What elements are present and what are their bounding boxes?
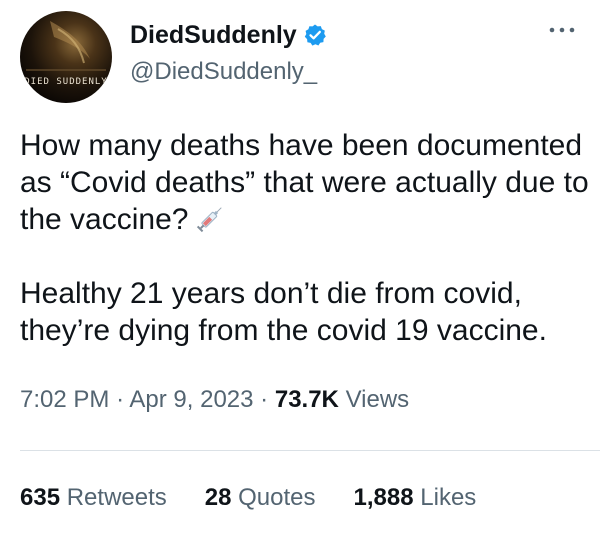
author-display-name[interactable]: DiedSuddenly <box>130 18 297 52</box>
retweets-label: Retweets <box>66 484 167 511</box>
likes-label: Likes <box>420 484 477 511</box>
avatar-image <box>26 21 106 71</box>
verified-badge-icon <box>303 23 327 47</box>
views-count: 73.7K <box>274 386 339 413</box>
meta-separator: · <box>260 386 269 413</box>
tweet-date[interactable]: Apr 9, 2023 <box>129 386 253 413</box>
avatar[interactable]: DIED SUDDENLY <box>20 11 112 103</box>
avatar-text: DIED SUDDENLY <box>24 77 108 87</box>
syringe-icon <box>192 201 228 237</box>
author-handle[interactable]: @DiedSuddenly_ <box>130 55 317 89</box>
author-name-row: DiedSuddenly <box>130 18 327 52</box>
tweet-text: How many deaths have been documented as … <box>20 127 590 349</box>
retweets-count: 635 <box>20 484 61 511</box>
quotes-count: 28 <box>204 484 232 511</box>
views-label: Views <box>345 386 410 413</box>
engagement-stats: 635 Retweets 28 Quotes 1,888 Likes <box>20 480 514 516</box>
tweet-paragraph-1-text: How many deaths have been documented as … <box>20 129 589 236</box>
quotes-stat[interactable]: 28 Quotes <box>205 480 316 516</box>
tweet-meta: 7:02 PM · Apr 9, 2023 · 73.7K Views <box>20 382 409 418</box>
tweet-paragraph-2: Healthy 21 years don’t die from covid, t… <box>20 277 547 347</box>
more-options-icon[interactable] <box>544 20 580 40</box>
tweet-paragraph-1: How many deaths have been documented as … <box>20 127 590 238</box>
quotes-label: Quotes <box>238 484 316 511</box>
likes-count: 1,888 <box>353 484 414 511</box>
retweets-stat[interactable]: 635 Retweets <box>20 480 167 516</box>
tweet-time[interactable]: 7:02 PM <box>20 386 109 413</box>
divider <box>20 450 600 451</box>
likes-stat[interactable]: 1,888 Likes <box>354 480 477 516</box>
tweet-card: DIED SUDDENLY DiedSuddenly @DiedSuddenly… <box>0 0 600 535</box>
meta-separator: · <box>116 386 125 413</box>
